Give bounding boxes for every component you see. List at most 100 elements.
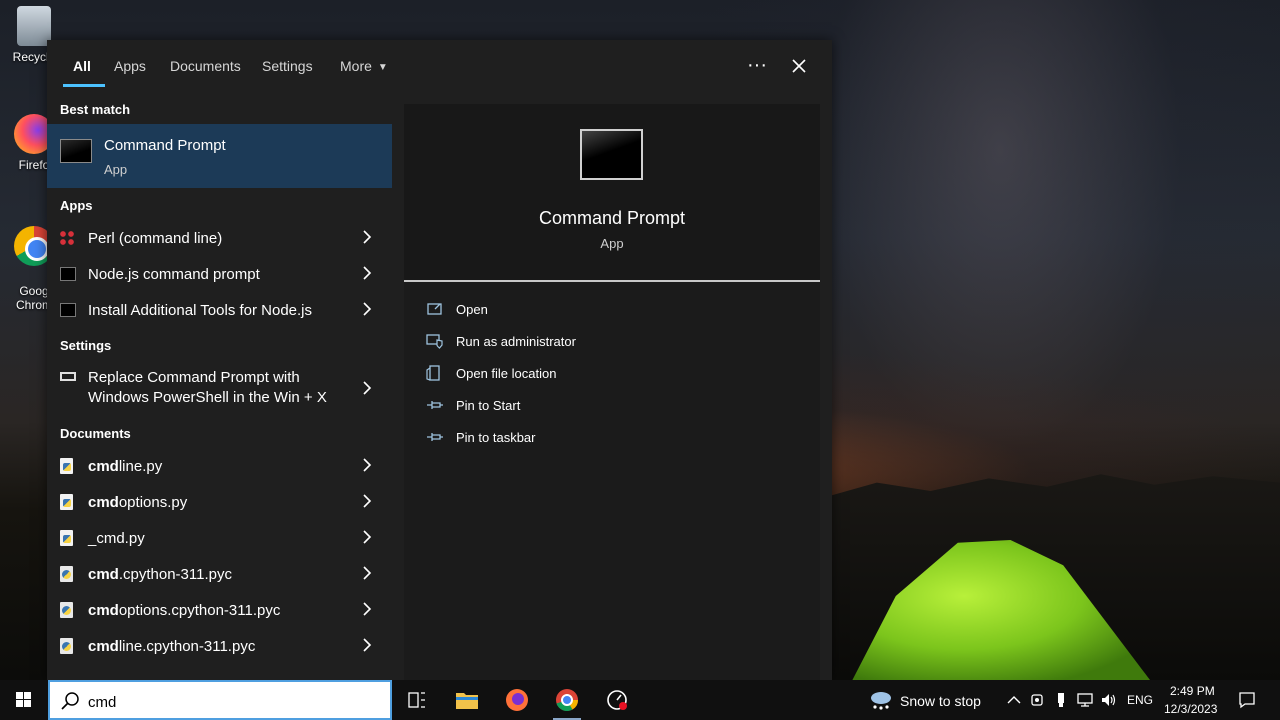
search-input[interactable]	[88, 692, 378, 712]
action-label: Run as administrator	[456, 334, 576, 349]
weather-text[interactable]: Snow to stop	[900, 693, 981, 709]
python-compiled-icon	[60, 638, 73, 654]
python-compiled-icon	[60, 566, 73, 582]
meet-now-icon[interactable]	[1029, 691, 1047, 709]
file-explorer-button[interactable]	[447, 684, 487, 716]
chevron-right-icon[interactable]	[362, 600, 372, 618]
clock-time[interactable]: 2:49 PM	[1170, 684, 1215, 698]
chevron-right-icon[interactable]	[362, 379, 372, 397]
weather-icon[interactable]	[868, 688, 894, 710]
search-results: Best match Command Prompt App Apps Perl …	[47, 92, 392, 680]
chevron-right-icon[interactable]	[362, 300, 372, 318]
preview-title: Command Prompt	[538, 208, 686, 228]
pin-icon	[426, 397, 444, 413]
app-result-label: Node.js command prompt	[88, 266, 260, 283]
language-indicator[interactable]: ENG	[1127, 693, 1153, 707]
document-result[interactable]: cmdoptions.cpython-311.pyc	[47, 592, 392, 628]
folder-icon	[456, 693, 478, 709]
search-tabs: All Apps Documents Settings More ▼ ···	[47, 40, 832, 92]
preview-pane: Command Prompt App Open Run as administr…	[404, 104, 820, 680]
document-result-label: cmdline.py	[88, 458, 162, 475]
task-view-icon	[408, 692, 425, 708]
network-icon[interactable]	[1076, 691, 1094, 709]
firefox-taskbar-button[interactable]	[497, 684, 537, 716]
command-prompt-icon	[60, 303, 76, 317]
start-button[interactable]	[0, 680, 48, 720]
document-result[interactable]: cmdline.py	[47, 448, 392, 484]
document-result-rest: line.py	[118, 458, 163, 475]
more-options-button[interactable]: ···	[739, 52, 775, 80]
close-button[interactable]	[781, 52, 817, 80]
recycle-bin-icon	[17, 6, 51, 46]
tab-apps[interactable]: Apps	[114, 58, 146, 87]
windows-logo-icon	[16, 692, 31, 707]
match-highlight: cmd	[88, 566, 119, 583]
shield-icon	[426, 333, 444, 349]
python-file-icon	[60, 494, 73, 510]
firefox-icon	[506, 689, 528, 711]
tab-all[interactable]: All	[63, 58, 105, 87]
document-result[interactable]: cmdline.cpython-311.pyc	[47, 628, 392, 664]
preview-subtitle: App	[600, 236, 624, 251]
document-result[interactable]: _cmd.py	[47, 520, 392, 556]
file-location-icon	[426, 365, 444, 381]
settings-result-line1: Replace Command Prompt with	[88, 369, 300, 386]
task-view-button[interactable]	[397, 684, 437, 716]
tab-settings[interactable]: Settings	[262, 58, 313, 87]
document-result[interactable]: cmdoptions.py	[47, 484, 392, 520]
command-prompt-icon	[580, 129, 643, 180]
close-icon	[792, 59, 806, 73]
python-compiled-icon	[60, 602, 73, 618]
match-highlight: cmd	[88, 638, 119, 655]
best-match-item[interactable]: Command Prompt App	[47, 124, 392, 188]
chevron-right-icon[interactable]	[362, 636, 372, 654]
notification-icon	[1239, 692, 1255, 709]
settings-result-line2: Windows PowerShell in the Win + X	[88, 389, 327, 406]
match-highlight: cmd	[88, 602, 119, 619]
taskbar-search-box[interactable]	[48, 680, 392, 720]
notification-center-button[interactable]	[1238, 691, 1256, 709]
best-match-title: Command Prompt	[104, 137, 226, 154]
action-label: Pin to taskbar	[456, 430, 536, 445]
chrome-icon	[556, 689, 578, 712]
section-label-best-match: Best match	[60, 102, 131, 117]
settings-result-replace-cmd[interactable]: Replace Command Prompt with Windows Powe…	[47, 360, 392, 416]
chevron-right-icon[interactable]	[362, 492, 372, 510]
chrome-taskbar-button[interactable]	[547, 684, 587, 720]
preview-divider	[404, 280, 820, 282]
chevron-right-icon[interactable]	[362, 528, 372, 546]
app-result-label: Perl (command line)	[88, 230, 223, 247]
tab-more[interactable]: More ▼	[340, 58, 388, 87]
usb-device-icon[interactable]	[1052, 691, 1070, 709]
app-result-perl[interactable]: Perl (command line)	[47, 220, 392, 256]
search-icon	[61, 692, 79, 710]
chevron-right-icon[interactable]	[362, 264, 372, 282]
document-result-label: _cmd.py	[88, 530, 145, 547]
section-label-apps: Apps	[60, 198, 93, 213]
document-result[interactable]: cmd.cpython-311.pyc	[47, 556, 392, 592]
command-prompt-icon	[60, 139, 92, 163]
document-result-rest: options.py	[118, 494, 188, 511]
volume-icon[interactable]	[1100, 691, 1118, 709]
action-label: Open	[456, 302, 488, 317]
show-hidden-icons-button[interactable]	[1005, 691, 1023, 709]
section-label-settings: Settings	[60, 338, 112, 353]
document-result-label: cmd.cpython-311.pyc	[88, 566, 232, 583]
app-result-nodejs-tools[interactable]: Install Additional Tools for Node.js	[47, 292, 392, 328]
document-result-label: cmdoptions.cpython-311.pyc	[88, 602, 280, 619]
app-result-nodejs-prompt[interactable]: Node.js command prompt	[47, 256, 392, 292]
clock-date[interactable]: 12/3/2023	[1164, 702, 1217, 716]
chevron-right-icon[interactable]	[362, 228, 372, 246]
perl-icon	[60, 231, 76, 245]
document-result-rest: _cmd.py	[88, 530, 145, 547]
document-result-rest: line.cpython-311.pyc	[118, 638, 256, 655]
tab-more-label: More	[340, 58, 372, 74]
screen-recorder-button[interactable]	[597, 684, 637, 716]
chevron-down-icon: ▼	[377, 61, 388, 73]
document-result-label: cmdoptions.py	[88, 494, 187, 511]
app-result-label: Install Additional Tools for Node.js	[88, 302, 313, 319]
chevron-right-icon[interactable]	[362, 456, 372, 474]
match-highlight: cmd	[88, 458, 119, 475]
chevron-right-icon[interactable]	[362, 564, 372, 582]
tab-documents[interactable]: Documents	[170, 58, 241, 87]
